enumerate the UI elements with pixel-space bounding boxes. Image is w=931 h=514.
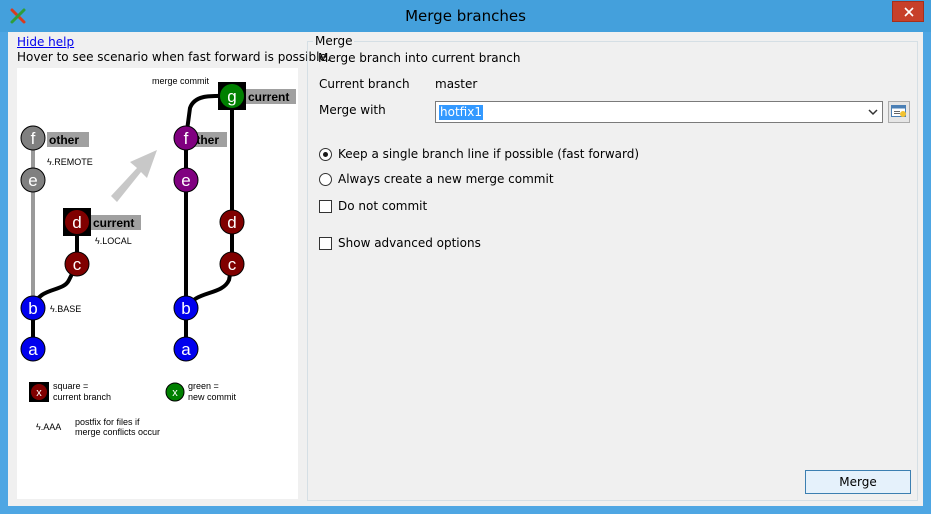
right-node-a-label: a xyxy=(181,340,191,359)
right-node-d: d xyxy=(219,209,245,235)
fast-forward-label[interactable]: Keep a single branch line if possible (f… xyxy=(338,147,639,161)
legend-square-label-2: current branch xyxy=(53,392,111,402)
merge-description: Merge branch into current branch xyxy=(318,51,521,65)
legend-green-label-2: new commit xyxy=(188,392,237,402)
current-branch-value: master xyxy=(435,77,478,91)
right-node-g-label: g xyxy=(227,87,236,106)
legend-postfix-label-2: merge conflicts occur xyxy=(75,427,160,437)
chevron-down-icon[interactable] xyxy=(866,105,880,119)
merge-button[interactable]: Merge xyxy=(805,470,911,494)
legend-green-label-1: green = xyxy=(188,381,219,391)
legend-postfix-glyph: ϟ.AAA xyxy=(36,422,61,432)
fast-forward-radio[interactable] xyxy=(319,148,332,161)
left-node-c-label: c xyxy=(73,255,82,274)
left-node-a-label: a xyxy=(28,340,38,359)
left-other-tag-label: other xyxy=(49,133,79,147)
left-remote-postfix: ϟ.REMOTE xyxy=(47,157,93,167)
merge-button-label: Merge xyxy=(839,475,877,489)
no-commit-checkbox[interactable] xyxy=(319,200,332,213)
legend-square-glyph: x xyxy=(36,387,42,399)
scenario-arrow-icon xyxy=(111,150,157,202)
legend-postfix-label-1: postfix for files if xyxy=(75,417,140,427)
new-commit-label[interactable]: Always create a new merge commit xyxy=(338,172,554,186)
left-node-e-label: e xyxy=(28,171,37,190)
left-node-a: a xyxy=(20,336,46,362)
left-local-postfix: ϟ.LOCAL xyxy=(95,236,132,246)
right-current-tag-label: current xyxy=(248,90,289,104)
branch-list-icon xyxy=(891,105,906,117)
help-hint-text: Hover to see scenario when fast forward … xyxy=(17,50,331,64)
merge-branches-window: Merge branches Hide help Hover to see sc… xyxy=(0,0,931,514)
right-node-d-label: d xyxy=(227,213,236,232)
close-icon xyxy=(904,7,914,17)
current-branch-label: Current branch xyxy=(319,77,410,91)
merge-with-combobox[interactable]: hotfix1 xyxy=(435,101,883,123)
left-node-b-label: b xyxy=(28,299,37,318)
left-node-f-label: f xyxy=(31,129,36,148)
advanced-options-checkbox[interactable] xyxy=(319,237,332,250)
right-node-e: e xyxy=(173,167,199,193)
merge-help-diagram: f other ϟ.REMOTE e d current ϟ.LOCAL c b… xyxy=(17,68,298,499)
right-node-e-label: e xyxy=(181,171,190,190)
left-node-d: d xyxy=(65,210,89,234)
merge-with-value: hotfix1 xyxy=(439,105,483,120)
merge-commit-caption: merge commit xyxy=(152,76,210,86)
legend-square-label-1: square = xyxy=(53,381,88,391)
close-button[interactable] xyxy=(892,1,924,22)
right-node-c-label: c xyxy=(228,255,237,274)
advanced-options-label[interactable]: Show advanced options xyxy=(338,236,481,250)
title-bar[interactable]: Merge branches xyxy=(0,0,931,32)
window-title: Merge branches xyxy=(405,7,526,25)
left-node-f: f xyxy=(20,125,46,151)
hide-help-link[interactable]: Hide help xyxy=(17,35,74,49)
browse-branch-button[interactable] xyxy=(888,101,910,123)
legend-green-glyph: x xyxy=(172,387,178,399)
left-current-tag-label: current xyxy=(93,216,134,230)
right-node-f-label: f xyxy=(184,129,189,148)
right-node-c: c xyxy=(219,251,245,277)
left-node-e: e xyxy=(20,167,46,193)
right-node-f: f xyxy=(173,125,199,151)
new-commit-radio[interactable] xyxy=(319,173,332,186)
merge-with-label: Merge with xyxy=(319,103,386,117)
merge-group-title: Merge xyxy=(313,34,355,48)
left-node-d-label: d xyxy=(72,213,81,232)
left-base-postfix: ϟ.BASE xyxy=(50,304,81,314)
right-node-g: g xyxy=(220,84,244,108)
right-node-a: a xyxy=(173,336,199,362)
right-node-b: b xyxy=(173,295,199,321)
dialog-body: Hide help Hover to see scenario when fas… xyxy=(8,32,923,506)
no-commit-label[interactable]: Do not commit xyxy=(338,199,427,213)
right-node-b-label: b xyxy=(181,299,190,318)
left-node-c: c xyxy=(64,251,90,277)
left-node-b: b xyxy=(20,295,46,321)
